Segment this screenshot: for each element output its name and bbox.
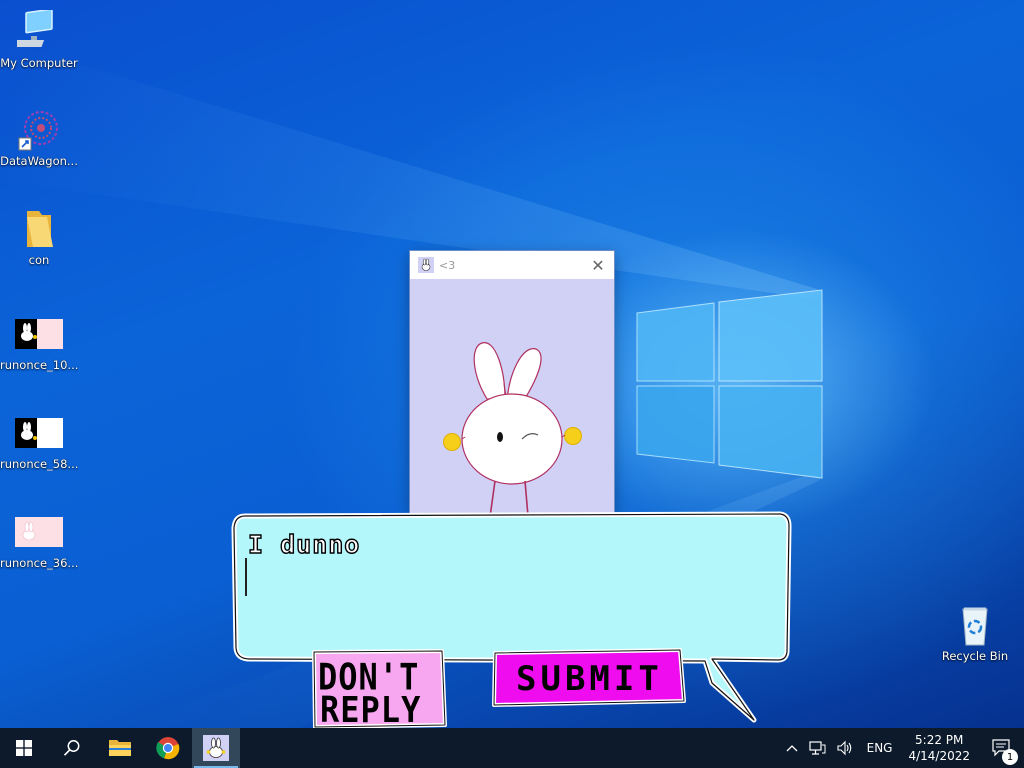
desktop-icon-label: Recycle Bin xyxy=(941,649,1009,663)
folder-icon xyxy=(17,207,61,251)
text-caret xyxy=(245,558,247,596)
submit-button[interactable]: SUBMIT xyxy=(490,647,688,709)
chevron-up-icon xyxy=(786,745,798,752)
runonce-image-icon xyxy=(15,411,63,455)
dont-reply-button[interactable]: DON'T REPLY xyxy=(310,649,448,728)
desktop-icon-runonce-10[interactable]: runonce_10... xyxy=(0,312,78,372)
runonce-image-icon xyxy=(15,312,63,356)
close-icon[interactable]: ✕ xyxy=(588,255,608,275)
search-button[interactable] xyxy=(48,728,96,768)
desktop-icon-label: runonce_58... xyxy=(0,457,78,471)
folder-icon xyxy=(109,740,131,756)
submit-label: SUBMIT xyxy=(516,659,663,699)
desktop-icon-label: con xyxy=(28,253,50,267)
clock-time: 5:22 PM xyxy=(915,733,964,747)
dont-reply-line2: REPLY xyxy=(320,689,422,728)
taskbar-file-explorer[interactable] xyxy=(96,728,144,768)
desktop-icon-runonce-36[interactable]: runonce_36... xyxy=(0,510,78,570)
wallpaper-windows-logo xyxy=(636,289,823,479)
window-titlebar[interactable]: <3 ✕ xyxy=(410,251,614,279)
desktop-icon-runonce-58[interactable]: runonce_58... xyxy=(0,411,78,471)
search-icon xyxy=(63,740,80,756)
desktop-icon-my-computer[interactable]: My Computer xyxy=(0,8,78,70)
language-indicator[interactable]: ENG xyxy=(859,741,901,755)
desktop-icon-con[interactable]: con xyxy=(0,207,78,267)
speaker-icon xyxy=(837,740,851,756)
desktop-icon-datawagon[interactable]: DataWagon... xyxy=(0,108,78,168)
clock-date: 4/14/2022 xyxy=(908,749,970,763)
taskbar-chrome[interactable] xyxy=(144,728,192,768)
runonce-image-icon xyxy=(15,510,63,554)
taskbar-bunny-app[interactable] xyxy=(192,728,240,768)
chrome-icon xyxy=(156,737,180,760)
desktop-icon-label: runonce_36... xyxy=(0,556,78,570)
bunny-app-icon xyxy=(203,735,229,761)
taskbar: ENG 5:22 PM 4/14/2022 1 xyxy=(0,728,1024,768)
desktop-icon-label: My Computer xyxy=(0,56,78,70)
bunny-app-icon xyxy=(418,257,434,273)
bunny-window: <3 ✕ xyxy=(410,251,614,518)
bunny-illustration xyxy=(443,342,582,518)
start-button[interactable] xyxy=(0,728,48,768)
desktop-icon-label: DataWagon... xyxy=(0,154,78,168)
system-tray: ENG 5:22 PM 4/14/2022 1 xyxy=(781,728,1024,768)
window-title: <3 xyxy=(439,258,456,272)
computer-icon xyxy=(9,8,61,54)
desktop-icon-recycle-bin[interactable]: Recycle Bin xyxy=(936,603,1014,663)
volume-button[interactable] xyxy=(831,740,859,756)
desktop-icon-label: runonce_10... xyxy=(0,358,78,372)
clock[interactable]: 5:22 PM 4/14/2022 xyxy=(900,732,978,764)
network-button[interactable] xyxy=(803,740,831,756)
notification-badge: 1 xyxy=(1002,749,1018,765)
recycle-bin-icon xyxy=(953,603,997,647)
action-center-button[interactable]: 1 xyxy=(978,739,1024,765)
message-input[interactable]: I dunno xyxy=(247,529,360,559)
desktop: My Computer DataWagon... con runonce_10.… xyxy=(0,0,1024,728)
windows-logo-icon xyxy=(16,740,32,756)
show-hidden-icons-button[interactable] xyxy=(781,744,803,752)
datawagon-shortcut-icon xyxy=(17,108,61,152)
network-icon xyxy=(809,741,826,755)
